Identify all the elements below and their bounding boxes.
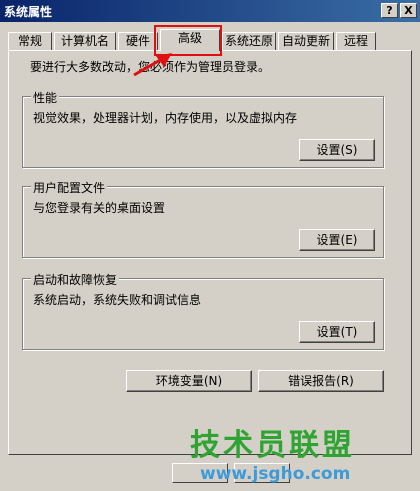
environment-variables-button[interactable]: 环境变量(N) [126,370,252,392]
window-title: 系统属性 [4,5,53,19]
watermark-url: www.jsgho.com [200,464,351,484]
watermark: 技术员联盟 www.jsgho.com [190,420,420,491]
profiles-desc: 与您登录有关的桌面设置 [33,201,166,215]
startup-desc: 系统启动，系统失败和调试信息 [33,293,202,307]
tab-strip: 常规 计算机名 硬件 高级 系统还原 自动更新 远程 [8,29,412,51]
watermark-title: 技术员联盟 [190,428,355,463]
tab-hardware[interactable]: 硬件 [118,32,158,50]
startup-title: 启动和故障恢复 [31,271,120,288]
close-button[interactable]: X [400,3,417,18]
profiles-group: 用户配置文件 与您登录有关的桌面设置 设置(E) [22,179,384,258]
title-bar: 系统属性 ? X [0,0,420,22]
profiles-settings-button[interactable]: 设置(E) [299,229,375,251]
tab-auto-update[interactable]: 自动更新 [278,32,334,50]
tab-computer-name[interactable]: 计算机名 [54,32,116,50]
tab-system-restore[interactable]: 系统还原 [222,32,276,50]
performance-title: 性能 [31,89,60,106]
startup-group: 启动和故障恢复 系统启动，系统失败和调试信息 设置(T) [22,271,384,350]
tab-general[interactable]: 常规 [8,32,52,50]
performance-group: 性能 视觉效果，处理器计划，内存使用，以及虚拟内存 设置(S) [22,89,384,168]
tab-advanced[interactable]: 高级 [160,29,220,51]
help-button[interactable]: ? [381,3,398,18]
performance-settings-button[interactable]: 设置(S) [299,139,375,161]
startup-settings-button[interactable]: 设置(T) [299,321,375,343]
profiles-title: 用户配置文件 [31,179,108,196]
performance-desc: 视觉效果，处理器计划，内存使用，以及虚拟内存 [33,111,298,125]
error-report-button[interactable]: 错误报告(R) [258,370,384,392]
red-arrow-icon [133,53,172,77]
tab-remote[interactable]: 远程 [336,32,376,50]
